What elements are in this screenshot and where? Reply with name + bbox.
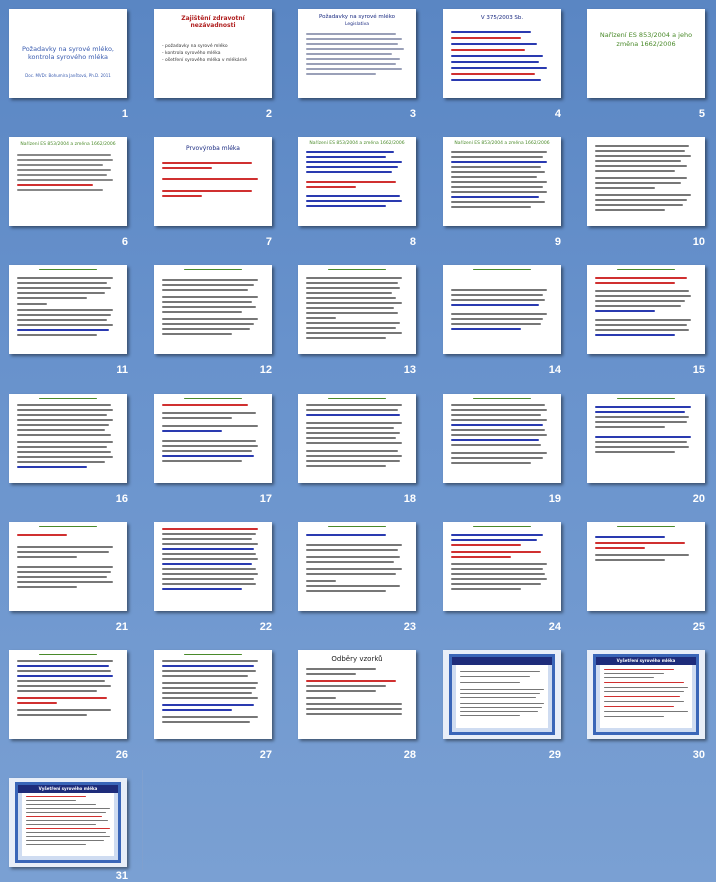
slide-number: 6 — [121, 236, 128, 248]
slide-thumbnail-13[interactable] — [298, 265, 416, 354]
slide-thumbnail-22[interactable] — [154, 522, 272, 611]
scroll-divider — [142, 770, 143, 870]
slide-thumbnail-21[interactable] — [9, 522, 127, 611]
bullet-item: - kontrola syrového mléka — [162, 51, 221, 56]
slide-thumbnail-3[interactable]: Požadavky na syrové mléko Legislativa — [298, 9, 416, 98]
slide-thumbnail-16[interactable] — [9, 394, 127, 483]
slide-thumbnail-12[interactable] — [154, 265, 272, 354]
slide-thumbnail-19[interactable] — [443, 394, 561, 483]
slide-thumbnail-11[interactable] — [9, 265, 127, 354]
slide-thumbnail-15[interactable] — [587, 265, 705, 354]
slide-thumbnail-29[interactable] — [443, 650, 561, 739]
slide-number: 15 — [692, 364, 705, 376]
slide-title: Zajištění zdravotní nezávadnosti — [181, 15, 245, 29]
slide-number: 4 — [554, 108, 561, 120]
slide-number: 17 — [259, 493, 272, 505]
slide-number: 13 — [403, 364, 416, 376]
slide-thumbnail-20[interactable] — [587, 394, 705, 483]
slide-number: 31 — [115, 870, 128, 882]
slide-title: Nařízení ES 853/2004 a změna 1662/2006 — [309, 141, 405, 146]
slide-number: 2 — [265, 108, 272, 120]
slide-number: 19 — [548, 493, 561, 505]
slide-thumbnail-8[interactable]: Nařízení ES 853/2004 a změna 1662/2006 — [298, 137, 416, 226]
slide-thumbnail-17[interactable] — [154, 394, 272, 483]
slide-number: 18 — [403, 493, 416, 505]
slide-number: 26 — [115, 749, 128, 761]
slide-thumbnail-28[interactable]: Odběry vzorků — [298, 650, 416, 739]
slide-thumbnail-23[interactable] — [298, 522, 416, 611]
slide-number: 11 — [116, 364, 128, 376]
slide-number: 20 — [692, 493, 705, 505]
slide-number: 25 — [692, 621, 705, 633]
slide-header-bar — [452, 657, 552, 665]
slide-title: Nařízení ES 853/2004 a jeho změna 1662/2… — [599, 31, 693, 48]
slide-thumbnail-24[interactable] — [443, 522, 561, 611]
slide-title: Prvovýroba mléka — [186, 145, 240, 152]
slide-number: 14 — [548, 364, 561, 376]
slide-number: 30 — [692, 749, 705, 761]
slide-number: 29 — [548, 749, 561, 761]
slide-thumbnail-14[interactable] — [443, 265, 561, 354]
slide-thumbnail-7[interactable]: Prvovýroba mléka — [154, 137, 272, 226]
slide-thumbnail-26[interactable] — [9, 650, 127, 739]
bullet-item: - ošetření syrového mléka v mlékárně — [162, 58, 248, 63]
slide-thumbnail-1[interactable]: Požadavky na syrové mléko, kontrola syro… — [9, 9, 127, 98]
slide-title: Nařízení ES 853/2004 a změna 1662/2006 — [20, 142, 116, 147]
slide-title: Vyšetření syrového mléka — [596, 657, 696, 665]
slide-thumbnail-25[interactable] — [587, 522, 705, 611]
slide-thumbnail-5[interactable]: Nařízení ES 853/2004 a jeho změna 1662/2… — [587, 9, 705, 98]
slide-subtitle: Legislativa — [344, 22, 370, 27]
slide-thumbnail-31[interactable]: Vyšetření syrového mléka — [9, 778, 127, 867]
slide-number: 5 — [698, 108, 705, 120]
slide-number: 16 — [115, 493, 128, 505]
slide-number: 8 — [409, 236, 416, 248]
slide-thumbnail-30[interactable]: Vyšetření syrového mléka — [587, 650, 705, 739]
slide-title: Vyšetření syrového mléka — [18, 785, 118, 793]
slide-number: 7 — [265, 236, 272, 248]
slide-number: 9 — [554, 236, 561, 248]
slide-title: V 375/2003 Sb. — [480, 15, 524, 21]
slide-number: 3 — [409, 108, 416, 120]
slide-frame: Vyšetření syrového mléka — [15, 782, 121, 863]
slide-number: 27 — [259, 749, 272, 761]
slide-number: 1 — [121, 108, 128, 120]
slide-title: Požadavky na syrové mléko — [318, 14, 396, 20]
slide-frame: Vyšetření syrového mléka — [593, 654, 699, 735]
slide-thumbnail-4[interactable]: V 375/2003 Sb. — [443, 9, 561, 98]
slide-thumbnail-2[interactable]: Zajištění zdravotní nezávadnosti - požad… — [154, 9, 272, 98]
slide-title: Nařízení ES 853/2004 a změna 1662/2006 — [454, 141, 550, 146]
slide-number: 28 — [403, 749, 416, 761]
slide-title: Požadavky na syrové mléko, kontrola syro… — [22, 45, 114, 61]
slide-number: 22 — [259, 621, 272, 633]
slide-thumbnail-27[interactable] — [154, 650, 272, 739]
slide-title: Odběry vzorků — [331, 655, 383, 663]
slide-thumbnail-9[interactable]: Nařízení ES 853/2004 a změna 1662/2006 — [443, 137, 561, 226]
bullet-item: - požadavky na syrové mléko — [162, 44, 228, 49]
slide-thumbnail-18[interactable] — [298, 394, 416, 483]
slide-number: 24 — [548, 621, 561, 633]
slide-thumbnail-10[interactable] — [587, 137, 705, 226]
slide-subtitle: Doc. MVDr. Bohumíra Janštová, Ph.D. 2011 — [25, 73, 111, 78]
slide-number: 23 — [403, 621, 416, 633]
slide-frame — [449, 654, 555, 735]
slide-number: 10 — [692, 236, 705, 248]
slide-number: 21 — [115, 621, 128, 633]
slide-thumbnail-6[interactable]: Nařízení ES 853/2004 a změna 1662/2006 — [9, 137, 127, 226]
slide-number: 12 — [259, 364, 272, 376]
